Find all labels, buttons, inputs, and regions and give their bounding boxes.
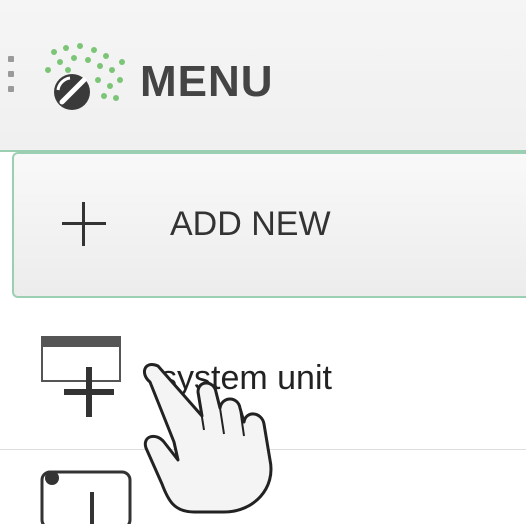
plus-icon [62,202,106,246]
menu-title: MENU [140,57,274,106]
system-unit-icon [41,336,121,417]
menu-header: MENU [0,0,526,152]
drag-handle-icon[interactable] [8,56,18,106]
rack-unit-icon [40,470,132,524]
add-new-label: ADD NEW [170,205,331,243]
app-logo-icon [45,43,125,110]
hand-pointer-icon [142,363,273,514]
add-new-button[interactable]: ADD NEW [12,152,526,298]
